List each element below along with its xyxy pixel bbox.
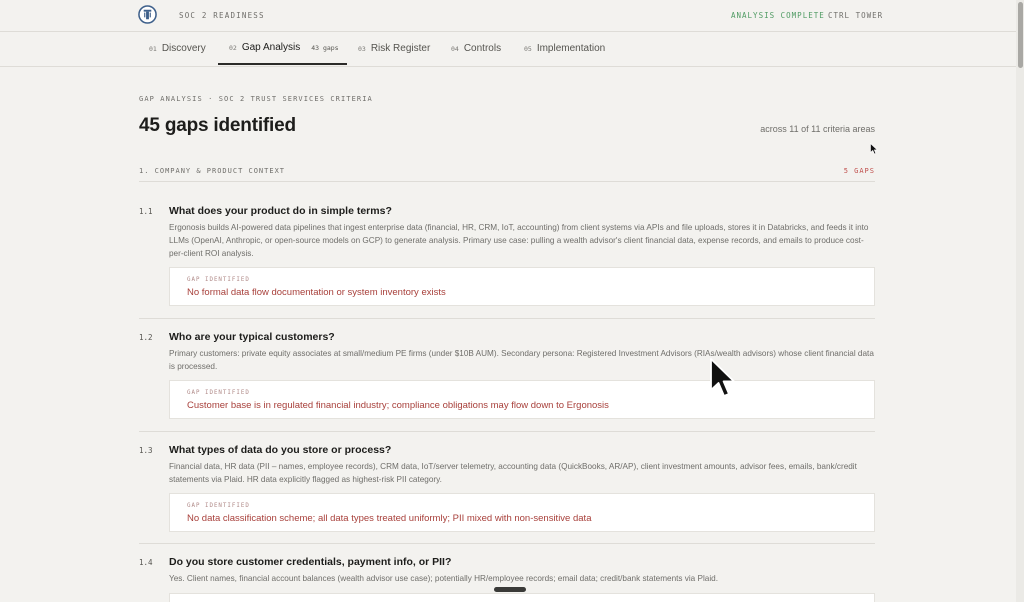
gap-card: GAP IDENTIFIED Customer base is in regul…	[169, 380, 875, 419]
top-bar: SOC 2 READINESS ANALYSIS COMPLETE CTRL T…	[0, 0, 1016, 30]
tab-risk-register[interactable]: 03 Risk Register	[358, 32, 430, 65]
tab-label: Controls	[463, 43, 502, 54]
question-title: Who are your typical customers?	[169, 331, 335, 343]
criteria-areas-summary: across 11 of 11 criteria areas	[760, 124, 875, 134]
tab-number: 05	[524, 44, 532, 53]
question-answer: Financial data, HR data (PII – names, em…	[169, 462, 857, 484]
tabs-divider	[0, 66, 1016, 67]
gap-description: No formal data flow documentation or sys…	[187, 287, 446, 298]
scrollbar-track[interactable]	[1016, 0, 1024, 602]
page-eyebrow: GAP ANALYSIS · SOC 2 TRUST SERVICES CRIT…	[139, 95, 373, 103]
question-answer: Ergonosis builds AI-powered data pipelin…	[169, 223, 869, 258]
question-divider	[139, 543, 875, 544]
question-divider	[139, 431, 875, 432]
question-title: What types of data do you store or proce…	[169, 444, 392, 456]
question-divider	[139, 318, 875, 319]
tab-number: 02	[229, 43, 237, 52]
scrollbar-thumb[interactable]	[1018, 2, 1023, 68]
tab-number: 01	[149, 44, 157, 53]
tab-implementation[interactable]: 05 Implementation	[524, 32, 605, 65]
cursor-arrow-icon	[870, 143, 878, 155]
tab-label: Implementation	[536, 43, 606, 54]
tab-gap-count-badge: 43 gaps	[311, 43, 339, 52]
gap-card	[169, 593, 875, 602]
question-title: What does your product do in simple term…	[169, 205, 392, 217]
gap-label: GAP IDENTIFIED	[187, 390, 250, 396]
tab-controls[interactable]: 04 Controls	[451, 32, 501, 65]
question-answer: Primary customers: private equity associ…	[169, 349, 874, 371]
tab-discovery[interactable]: 01 Discovery	[149, 32, 206, 65]
tab-gap-analysis[interactable]: 02 Gap Analysis 43 gaps	[218, 32, 347, 65]
question-number: 1.2	[139, 333, 153, 342]
section-title: 1. COMPANY & PRODUCT CONTEXT	[139, 167, 286, 175]
question-number: 1.4	[139, 558, 153, 567]
tab-label: Risk Register	[370, 43, 431, 54]
tab-number: 04	[451, 44, 459, 53]
section-gap-count: 5 GAPS	[843, 167, 875, 175]
step-tabs: 01 Discovery 02 Gap Analysis 43 gaps 03 …	[0, 32, 1016, 66]
tab-label: Discovery	[161, 43, 206, 54]
gap-card: GAP IDENTIFIED No formal data flow docum…	[169, 267, 875, 306]
gap-card: GAP IDENTIFIED No data classification sc…	[169, 493, 875, 532]
gap-description: No data classification scheme; all data …	[187, 513, 592, 524]
analysis-status: ANALYSIS COMPLETE	[731, 11, 825, 20]
gap-label: GAP IDENTIFIED	[187, 503, 250, 509]
shield-logo-icon[interactable]	[138, 5, 157, 24]
gap-label: GAP IDENTIFIED	[187, 277, 250, 283]
tab-number: 03	[358, 44, 366, 53]
app-title: SOC 2 READINESS	[179, 11, 265, 20]
gap-description: Customer base is in regulated financial …	[187, 400, 609, 411]
question-answer: Yes. Client names, financial account bal…	[169, 574, 718, 583]
dock-handle[interactable]	[494, 587, 526, 592]
user-label[interactable]: CTRL TOWER	[828, 11, 883, 20]
question-number: 1.1	[139, 207, 153, 216]
question-number: 1.3	[139, 446, 153, 455]
page-title: 45 gaps identified	[139, 115, 296, 136]
question-title: Do you store customer credentials, payme…	[169, 556, 452, 568]
cursor-arrow-icon	[710, 358, 735, 397]
tab-label: Gap Analysis	[241, 42, 301, 53]
section-divider	[139, 181, 875, 182]
